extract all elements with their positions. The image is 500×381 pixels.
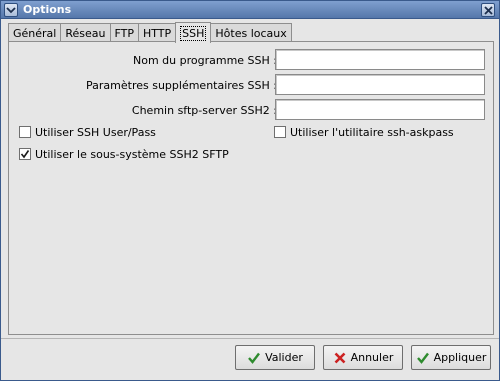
close-icon [483,5,493,15]
tab-http[interactable]: HTTP [138,23,177,42]
close-button[interactable] [481,3,495,17]
validate-button[interactable]: Valider [235,345,315,370]
tab-reseau-label: Réseau [65,26,106,40]
tab-ssh[interactable]: SSH [175,22,212,43]
checkmark-icon [20,150,30,159]
sftp-subsystem-label[interactable]: Utiliser le sous-système SSH2 SFTP [35,148,229,161]
validate-button-label: Valider [265,351,303,364]
tab-hotes-locaux-label: Hôtes locaux [215,26,287,40]
title-bar[interactable]: Options [1,1,499,19]
tab-hotes-locaux[interactable]: Hôtes locaux [210,23,292,42]
ssh-user-pass-checkbox[interactable] [19,126,31,138]
ssh-extra-params-input[interactable] [275,74,485,95]
tab-bar: Général Réseau FTP HTTP SSH Hôtes locaux [8,22,292,43]
ssh-user-pass-label[interactable]: Utiliser SSH User/Pass [35,126,156,139]
chevron-down-icon [6,7,16,14]
x-icon [334,352,346,363]
check-icon [248,352,261,364]
tab-ftp-label: FTP [114,26,135,40]
sftp-server-path-input[interactable] [275,99,485,120]
tab-reseau[interactable]: Réseau [60,23,111,42]
tab-http-label: HTTP [143,26,172,40]
sftp-subsystem-checkbox[interactable] [19,148,31,160]
ssh-askpass-checkbox[interactable] [274,126,286,138]
ssh-program-input[interactable] [275,49,485,70]
apply-button[interactable]: Appliquer [411,345,491,370]
ssh-askpass-label[interactable]: Utiliser l'utilitaire ssh-askpass [290,126,454,139]
tab-general-label: Général [13,26,57,40]
cancel-button[interactable]: Annuler [323,345,403,370]
window-title: Options [23,3,72,16]
check-icon [416,352,429,364]
options-dialog: Options Général Réseau FTP HTTP SSH Hôte… [0,0,500,381]
ssh-program-label: Nom du programme SSH : [133,54,277,67]
sftp-server-path-label: Chemin sftp-server SSH2 : [131,104,277,117]
cancel-button-label: Annuler [350,351,394,364]
tab-ssh-label: SSH [180,25,207,41]
tab-general[interactable]: Général [8,23,62,42]
window-menu-button[interactable] [4,3,18,17]
ssh-panel: Nom du programme SSH : Paramètres supplé… [8,41,494,335]
button-separator [1,338,499,339]
tab-ftp[interactable]: FTP [109,23,139,42]
apply-button-label: Appliquer [433,351,487,364]
ssh-extra-params-label: Paramètres supplémentaires SSH : [86,79,277,92]
